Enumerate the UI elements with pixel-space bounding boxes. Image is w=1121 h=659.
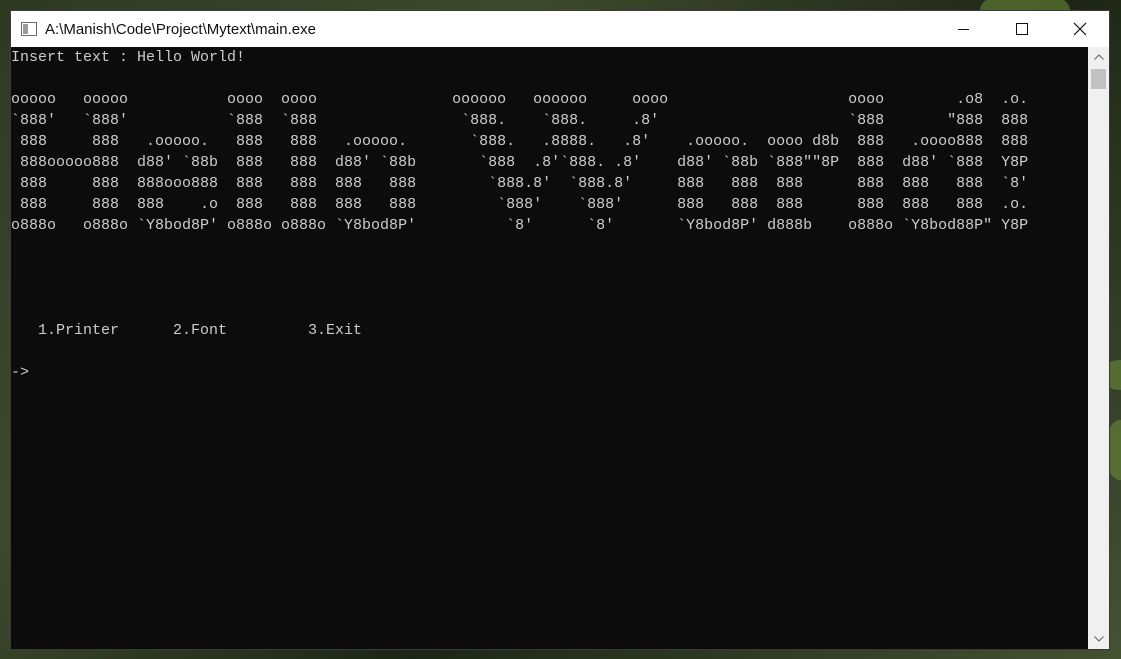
console-output[interactable]: Insert text : Hello World! ooooo ooooo o… (11, 47, 1089, 649)
ascii-art-line: `888' `888' `888 `888 `888. `888. .8' `8… (11, 112, 1029, 129)
maximize-button[interactable] (993, 11, 1051, 47)
chevron-down-icon (1093, 636, 1104, 642)
blank-line (11, 236, 1089, 257)
blank-line (11, 257, 1089, 278)
minimize-icon (958, 29, 969, 30)
title-bar[interactable]: A:\Manish\Code\Project\Mytext\main.exe (11, 11, 1109, 47)
command-prompt[interactable]: -> (11, 362, 1089, 383)
window-controls (935, 11, 1109, 47)
close-icon (1073, 22, 1087, 36)
scroll-up-button[interactable] (1088, 47, 1109, 67)
ascii-art-line: ooooo ooooo oooo oooo oooooo oooooo oooo… (11, 91, 1029, 108)
menu-options-line: 1.Printer 2.Font 3.Exit (11, 322, 363, 339)
window-title: A:\Manish\Code\Project\Mytext\main.exe (45, 20, 316, 38)
close-button[interactable] (1051, 11, 1109, 47)
scrollbar-thumb[interactable] (1091, 69, 1106, 89)
blank-line (11, 299, 1089, 320)
ascii-art-line: o888o o888o `Y8bod8P' o888o o888o `Y8bod… (11, 217, 1029, 234)
scroll-down-button[interactable] (1088, 629, 1109, 649)
console-window: A:\Manish\Code\Project\Mytext\main.exe I… (10, 10, 1110, 650)
vertical-scrollbar[interactable] (1088, 47, 1109, 649)
maximize-icon (1015, 22, 1028, 35)
ascii-art-line: 888 888 888ooo888 888 888 888 888 `888.8… (11, 175, 1029, 192)
blank-line (11, 68, 1089, 89)
console-app-icon[interactable] (21, 22, 37, 36)
input-prompt-line: Insert text : Hello World! (11, 49, 246, 66)
blank-line (11, 341, 1089, 362)
minimize-button[interactable] (935, 11, 993, 47)
blank-line (11, 278, 1089, 299)
ascii-art-line: 888 888 888 .o 888 888 888 888 `888' `88… (11, 196, 1029, 213)
ascii-art-line: 888 888 .ooooo. 888 888 .ooooo. `888. .8… (11, 133, 1029, 150)
chevron-up-icon (1093, 54, 1104, 60)
ascii-art-line: 888ooooo888 d88' `88b 888 888 d88' `88b … (11, 154, 1029, 171)
